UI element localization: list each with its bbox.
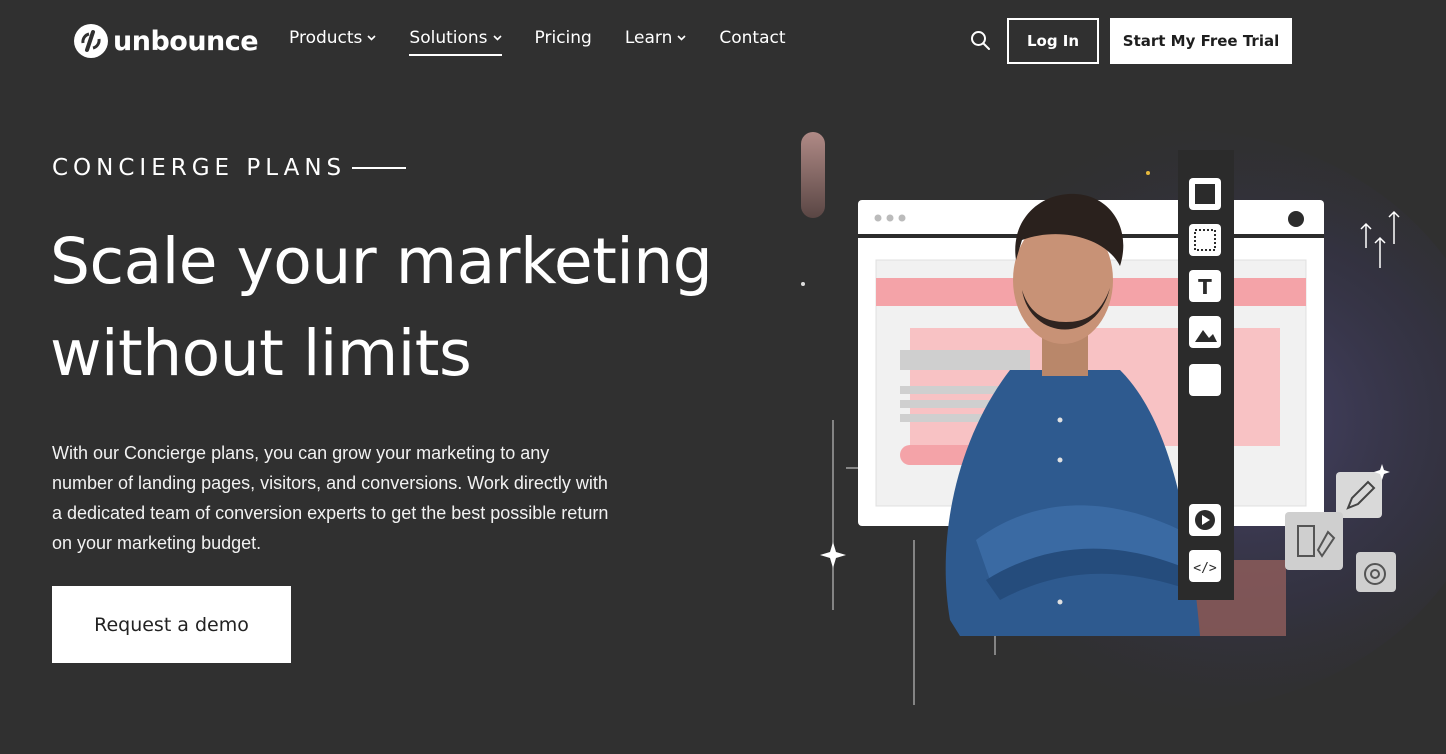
nav-contact[interactable]: Contact	[719, 28, 785, 56]
start-free-trial-button[interactable]: Start My Free Trial	[1110, 18, 1292, 64]
nav-pricing[interactable]: Pricing	[535, 28, 592, 56]
sparkle-icon	[820, 542, 846, 568]
hero-headline: Scale your marketing without limits	[50, 216, 750, 400]
request-demo-button[interactable]: Request a demo	[52, 586, 291, 663]
section-icon	[1189, 178, 1221, 210]
nav-learn[interactable]: Learn	[625, 28, 687, 56]
nav-products[interactable]: Products	[289, 28, 376, 56]
login-button[interactable]: Log In	[1007, 18, 1099, 64]
video-icon	[1189, 504, 1221, 536]
builder-toolbar: T </>	[1178, 150, 1234, 600]
main-menu: Products Solutions Pricing Learn Contact	[289, 28, 786, 56]
decor-pill	[801, 132, 825, 218]
svg-text:T: T	[1198, 275, 1212, 299]
chevron-down-icon	[367, 35, 376, 41]
box-icon	[1189, 224, 1221, 256]
decor-dot	[801, 282, 805, 286]
brand-logo[interactable]: unbounce	[73, 22, 259, 60]
top-navigation: unbounce Products Solutions Pricing Lear…	[0, 0, 1446, 80]
layout-edit-icon	[1285, 512, 1343, 570]
nav-learn-label: Learn	[624, 28, 673, 48]
nav-pricing-label: Pricing	[534, 28, 592, 48]
unbounce-mini-logo-icon	[1288, 211, 1304, 227]
decor-dot-yellow	[1146, 171, 1150, 175]
eyebrow-divider	[352, 167, 407, 169]
pencil-icon	[1336, 472, 1382, 518]
chevron-down-icon	[492, 35, 502, 41]
eyebrow-text: CONCIERGE PLANS	[52, 155, 347, 181]
code-icon: </>	[1189, 550, 1221, 582]
image-icon	[1189, 316, 1221, 348]
nav-solutions[interactable]: Solutions	[409, 28, 502, 56]
text-icon: T	[1189, 270, 1221, 302]
brand-name: unbounce	[113, 25, 259, 57]
svg-text:</>: </>	[1193, 561, 1217, 576]
headline-line-2: without limits	[50, 317, 472, 390]
search-icon[interactable]	[970, 30, 991, 51]
hero-illustration: T </>	[801, 130, 1446, 710]
nav-products-label: Products	[289, 28, 363, 48]
nav-contact-label: Contact	[719, 28, 786, 48]
button-icon	[1189, 364, 1221, 396]
headline-line-1: Scale your marketing	[50, 225, 713, 298]
target-icon	[1356, 552, 1396, 592]
chevron-down-icon	[677, 35, 686, 41]
eyebrow: CONCIERGE PLANS	[52, 155, 407, 181]
nav-solutions-label: Solutions	[409, 28, 488, 48]
hero-description: With our Concierge plans, you can grow y…	[52, 443, 609, 553]
unbounce-logo-icon	[74, 24, 108, 58]
